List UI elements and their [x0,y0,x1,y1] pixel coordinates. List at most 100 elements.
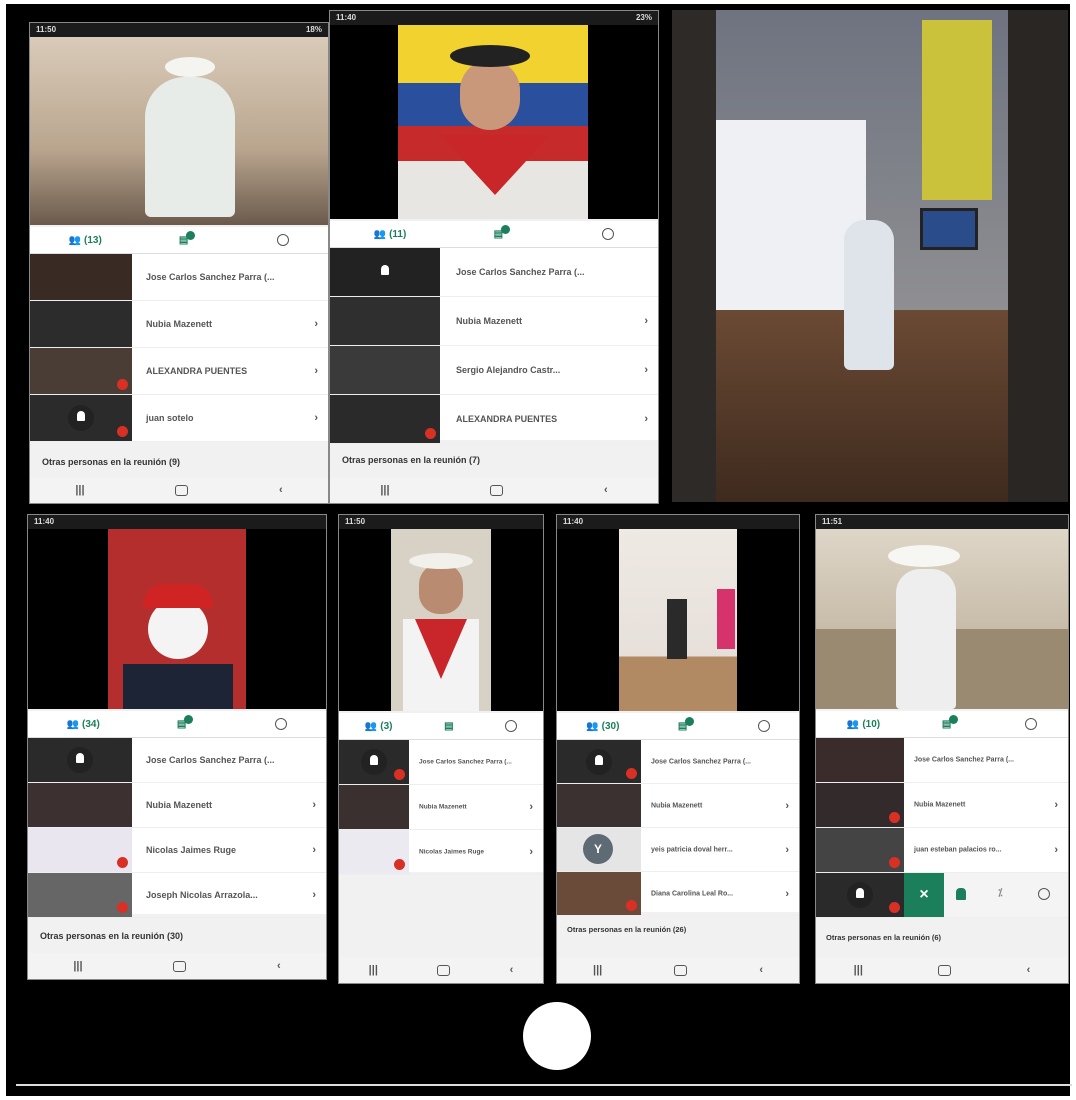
recent-apps-icon[interactable]: ||| [75,484,84,496]
back-icon[interactable]: ‹ [1027,964,1031,976]
home-icon[interactable] [437,964,451,976]
list-item[interactable]: Nubia Mazenett › [816,783,1068,828]
pin-icon [372,259,398,285]
pin-icon [67,747,93,773]
back-icon[interactable]: ‹ [759,964,763,976]
home-icon[interactable] [490,484,504,496]
list-item[interactable]: Jose Carlos Sanchez Parra (... [816,738,1068,783]
list-item[interactable]: Nubia Mazenett › [30,301,328,348]
doorframe-left [672,10,716,502]
participants-list: Jose Carlos Sanchez Parra (... Nubia Maz… [339,740,543,875]
tab-chat[interactable]: ▤ [177,714,198,730]
remove-icon[interactable] [1038,888,1050,900]
pin-icon [361,749,387,775]
list-item[interactable]: Jose Carlos Sanchez Parra (... [330,248,658,297]
participant-name: yeis patricia doval herr... [651,846,733,853]
back-icon[interactable]: ‹ [279,484,283,496]
recent-apps-icon[interactable]: ||| [73,960,82,972]
back-icon[interactable]: ‹ [277,960,281,972]
shutter-button[interactable] [523,1002,591,1070]
tab-info[interactable] [602,228,615,240]
list-item[interactable]: Nubia Mazenett › [330,297,658,346]
tab-participants[interactable]: 👥 (30) [586,721,619,732]
meeting-tabs: 👥 (30) ▤ [557,713,799,740]
participant-thumbnail [816,738,904,782]
chevron-right-icon: › [644,413,648,425]
tab-info[interactable] [1025,718,1038,730]
meeting-tabs: 👥 (3) ▤ [339,713,543,740]
participant-name: Nubia Mazenett [146,800,213,810]
home-icon[interactable] [674,964,688,976]
android-nav-bar: ||| ‹ [557,957,799,983]
screenshot-panel-2: 11:40 23% 👥 (11) ▤ Jose Carlos Sanchez Par… [329,10,659,504]
list-item[interactable]: Nubia Mazenett › [28,783,326,828]
list-item[interactable]: Nicolas Jaimes Ruge › [339,830,543,875]
tab-info[interactable] [277,234,290,246]
participant-thumbnail [30,348,132,394]
home-icon[interactable] [938,964,952,976]
list-item[interactable]: Sergio Alejandro Castr... › [330,346,658,395]
participants-count: (11) [389,228,407,240]
recent-apps-icon[interactable]: ||| [854,964,863,976]
list-item[interactable]: Nicolas Jaimes Ruge › [28,828,326,873]
list-item[interactable]: ALEXANDRA PUENTES › [30,348,328,395]
tab-participants[interactable]: 👥 (34) [67,719,100,730]
screenshot-panel-4: 11:40 👥 (34) ▤ Jose Carlos Sanchez Parra … [27,514,327,980]
list-item[interactable]: Jose Carlos Sanchez Parra (... [339,740,543,785]
video-feed [30,37,328,225]
participant-name: Nicolas Jaimes Ruge [419,848,485,856]
list-item-actions: × ⁒ [816,873,1068,918]
list-item[interactable]: Y yeis patricia doval herr... › [557,828,799,872]
chevron-right-icon: › [785,887,789,900]
tab-chat[interactable]: ▤ [444,721,453,732]
pin-icon[interactable] [956,888,966,900]
participants-count: (3) [380,720,393,732]
list-item[interactable]: ALEXANDRA PUENTES › [330,395,658,444]
recent-apps-icon[interactable]: ||| [593,964,602,976]
list-item[interactable]: Jose Carlos Sanchez Parra (... [557,740,799,784]
home-icon[interactable] [175,484,189,496]
mic-off-icon[interactable]: ⁒ [998,888,1003,899]
tab-info[interactable] [275,718,288,730]
list-item[interactable]: Jose Carlos Sanchez Parra (... [28,738,326,783]
tab-chat[interactable]: ▤ [678,716,699,732]
screenshot-panel-7: 11:51 👥 (10) ▤ Jose Carlos Sanchez Parra … [815,514,1069,984]
tab-info[interactable] [505,720,518,732]
list-item[interactable]: Nubia Mazenett › [339,785,543,830]
close-button[interactable]: × [904,873,944,917]
tab-participants[interactable]: 👥 (10) [847,719,880,730]
participant-name: juan esteban palacios ro... [914,846,1002,854]
participant-name: juan sotelo [146,413,194,423]
list-item[interactable]: Jose Carlos Sanchez Parra (... [30,254,328,301]
tab-participants[interactable]: 👥 (13) [69,235,102,246]
recent-apps-icon[interactable]: ||| [380,484,389,496]
participant-name: Jose Carlos Sanchez Parra (... [146,755,275,765]
people-icon: 👥 [846,718,860,730]
status-bar: 11:40 [28,515,326,529]
info-icon [277,234,290,246]
back-icon[interactable]: ‹ [604,484,608,496]
list-item[interactable]: juan sotelo › [30,395,328,442]
tab-chat[interactable]: ▤ [494,224,515,240]
participant-thumbnail [330,248,440,296]
avatar: Y [583,834,613,864]
back-icon[interactable]: ‹ [510,964,514,976]
people-icon: 👥 [364,720,378,732]
home-icon[interactable] [173,960,187,972]
list-item[interactable]: Nubia Mazenett › [557,784,799,828]
participants-count: (13) [84,234,102,246]
recent-apps-icon[interactable]: ||| [369,964,378,976]
tab-chat[interactable]: ▤ [179,230,200,246]
meeting-tabs: 👥 (34) ▤ [28,711,326,738]
tab-participants[interactable]: 👥 (11) [374,229,407,240]
list-item[interactable]: Joseph Nicolas Arrazola... › [28,873,326,918]
tab-info[interactable] [757,720,770,732]
participant-thumbnail [330,346,440,394]
tab-chat[interactable]: ▤ [942,714,963,730]
list-item[interactable]: juan esteban palacios ro... › [816,828,1068,873]
participant-name: Jose Carlos Sanchez Parra (... [456,267,585,277]
tab-participants[interactable]: 👥 (3) [365,721,393,732]
list-item[interactable]: Diana Carolina Leal Ro... › [557,872,799,916]
android-nav-bar: ||| ‹ [816,957,1068,983]
android-nav-bar: ||| ‹ [28,953,326,979]
